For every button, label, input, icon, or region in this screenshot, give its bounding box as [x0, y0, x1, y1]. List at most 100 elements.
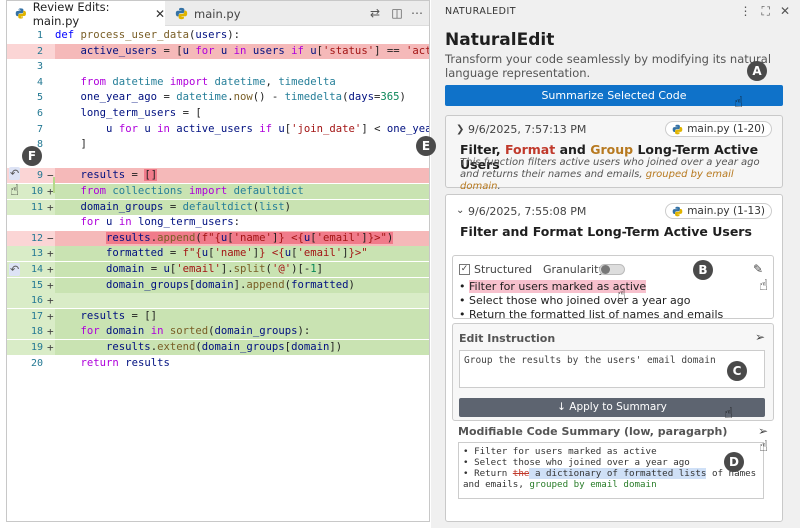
code-line[interactable]: 11 + domain_groups = defaultdict(list) — [7, 199, 429, 215]
code-line[interactable]: 19 + results.extend(domain_groups[domain]… — [7, 340, 429, 355]
line-number: 11 — [30, 201, 43, 213]
hand-cursor-icon: ☝ — [10, 181, 20, 199]
tab-label: Review Edits: main.py — [32, 0, 110, 28]
more-actions-icon[interactable]: ⋯ — [409, 5, 425, 21]
code-line[interactable]: 16 + — [7, 293, 429, 309]
line-number: 7 — [36, 123, 43, 135]
close-icon[interactable]: ✕ — [780, 4, 790, 19]
card-title: Filter and Format Long-Term Active Users — [460, 224, 752, 239]
annotation-badge-a: A — [747, 61, 767, 81]
code-text: results.extend(domain_groups[domain]) — [55, 340, 429, 355]
naturaledit-panel: NATURALEDIT ⋮ ⛶ ✕ NaturalEdit Transform … — [431, 0, 800, 528]
code-line[interactable]: 7 u for u in active_users if u['join_dat… — [7, 122, 429, 137]
code-line[interactable]: 17 + results = [] — [7, 308, 429, 324]
diff-editor: Review Edits: main.py ✕ main.py ⇄ ◫ ⋯ 1 d… — [6, 0, 430, 522]
code-line[interactable]: 1 def process_user_data(users): — [7, 28, 429, 43]
more-icon[interactable]: ⋮ — [740, 4, 752, 19]
chevron-down-icon[interactable]: ⌄ — [456, 205, 464, 216]
code-line[interactable]: 14 + domain = u['email'].split('@')[-1] — [7, 262, 429, 277]
code-line[interactable]: 13 + formatted = f"{u['name']} <{u['email… — [7, 246, 429, 262]
code-text: long_term_users = [ — [80, 107, 202, 119]
code-text: one_year_ago = datetime.now() - timedelt… — [80, 91, 406, 104]
tab-review-edits[interactable]: Review Edits: main.py ✕ — [7, 0, 165, 28]
tab-main-py[interactable]: main.py — [167, 1, 267, 26]
maximize-icon[interactable]: ⛶ — [762, 4, 770, 19]
code-text: results = [] — [55, 168, 429, 184]
granularity-toggle[interactable] — [599, 264, 625, 275]
code-line[interactable]: 12− results.append(f"{u['name']} <{u['em… — [7, 230, 429, 246]
code-line[interactable]: 8 ] — [7, 137, 429, 152]
code-text: results.append(f"{u['name']} <{u['email'… — [55, 230, 429, 246]
code-line[interactable]: 18 + for domain in sorted(domain_groups): — [7, 324, 429, 340]
page-title: NaturalEdit — [445, 30, 555, 50]
code-line[interactable]: for u in long_term_users: — [7, 215, 429, 230]
editor-tab-bar: Review Edits: main.py ✕ main.py ⇄ ◫ ⋯ — [7, 0, 429, 28]
hand-cursor-icon: ☝ — [759, 437, 769, 455]
compare-icon[interactable]: ⇄ — [367, 5, 383, 21]
structured-label: Structured — [474, 263, 533, 276]
send-icon[interactable]: ➢ — [758, 424, 768, 438]
code-text: from collections import defaultdict — [55, 184, 429, 199]
card-description: This function filters active users who j… — [460, 157, 760, 192]
code-text: from datetime import datetime, timedelta — [80, 75, 336, 88]
line-number: 16 — [30, 295, 43, 307]
line-number: 4 — [36, 76, 43, 88]
file-badge[interactable]: main.py (1-13) — [665, 203, 772, 219]
annotation-badge-c: C — [727, 361, 747, 381]
code-line[interactable]: 5 one_year_ago = datetime.now() - timede… — [7, 90, 429, 105]
modifiable-summary-label: Modifiable Code Summary (low, paragarph) — [458, 425, 728, 438]
code-line[interactable]: 15 + domain_groups[domain].append(formatt… — [7, 277, 429, 293]
hand-cursor-icon: ☝ — [617, 285, 627, 303]
code-text: for domain in sorted(domain_groups): — [55, 324, 429, 340]
code-text: domain_groups[domain].append(formatted) — [55, 277, 429, 293]
python-icon — [672, 124, 683, 134]
summarize-button[interactable]: Summarize Selected Code — [445, 85, 783, 106]
code-text: results = [] — [55, 308, 429, 324]
pencil-icon[interactable]: ✎ — [753, 262, 763, 276]
annotation-badge-f: F — [22, 146, 42, 166]
card-date: 9/6/2025, 7:55:08 PM — [468, 205, 587, 218]
annotation-badge-e: E — [416, 136, 436, 156]
line-number: 15 — [30, 279, 43, 291]
granularity-label: Granularity — [543, 263, 605, 276]
code-line[interactable]: 4 from datetime import datetime, timedel… — [7, 75, 429, 90]
instruction-input[interactable]: Group the results by the users' email do… — [459, 350, 765, 388]
change-marker — [53, 177, 55, 193]
line-number: 6 — [36, 108, 43, 119]
chevron-right-icon[interactable]: ❯ — [456, 124, 464, 135]
code-line[interactable]: 20 return results — [7, 356, 429, 371]
code-line[interactable]: 3 — [7, 59, 429, 74]
summary-bullet[interactable]: • Return the formatted list of names and… — [459, 308, 723, 322]
code-line[interactable]: 2 active_users = [u for u in users if u[… — [7, 43, 429, 59]
python-icon — [672, 206, 683, 216]
code-line[interactable]: 6 long_term_users = [ — [7, 106, 429, 121]
code-line[interactable]: 9− results = [] — [7, 168, 429, 184]
panel-header: NATURALEDIT — [445, 6, 517, 17]
diff-marker: + — [47, 294, 54, 308]
file-badge[interactable]: main.py (1-20) — [665, 121, 772, 137]
structured-summary: ✓ Structured Granularity ✎ • Filter for … — [452, 255, 774, 322]
summary-bullet[interactable]: • Select those who joined over a year ag… — [459, 294, 690, 308]
code-line[interactable] — [7, 153, 429, 168]
send-icon[interactable]: ➢ — [755, 330, 765, 344]
annotation-badge-b: B — [693, 260, 713, 280]
modifiable-summary-editor[interactable]: • Filter for users marked as active • Se… — [458, 442, 764, 499]
code-text: domain_groups = defaultdict(list) — [55, 199, 429, 215]
line-number: 9 — [36, 170, 43, 182]
apply-to-summary-button[interactable]: ↓ Apply to Summary — [459, 398, 765, 417]
summary-card-collapsed[interactable]: ❯ 9/6/2025, 7:57:13 PM main.py (1-20) Fi… — [445, 115, 783, 192]
revert-icon[interactable]: ↶ — [9, 263, 21, 276]
structured-checkbox[interactable]: ✓ — [459, 264, 470, 275]
python-icon — [15, 8, 26, 19]
revert-icon[interactable]: ↶ — [9, 167, 21, 180]
line-number: 12 — [30, 232, 43, 244]
close-icon[interactable]: ✕ — [155, 7, 165, 21]
line-number: 10 — [30, 186, 43, 197]
line-number: 17 — [30, 310, 43, 322]
code-line[interactable]: 10 + from collections import defaultdict — [7, 184, 429, 199]
code-text: u for u in active_users if u['join_date'… — [106, 122, 429, 135]
split-editor-icon[interactable]: ◫ — [389, 5, 405, 21]
edit-instruction-label: Edit Instruction — [459, 332, 556, 345]
hand-cursor-icon: ☝ — [734, 93, 744, 111]
hand-cursor-icon: ☝ — [759, 276, 769, 294]
